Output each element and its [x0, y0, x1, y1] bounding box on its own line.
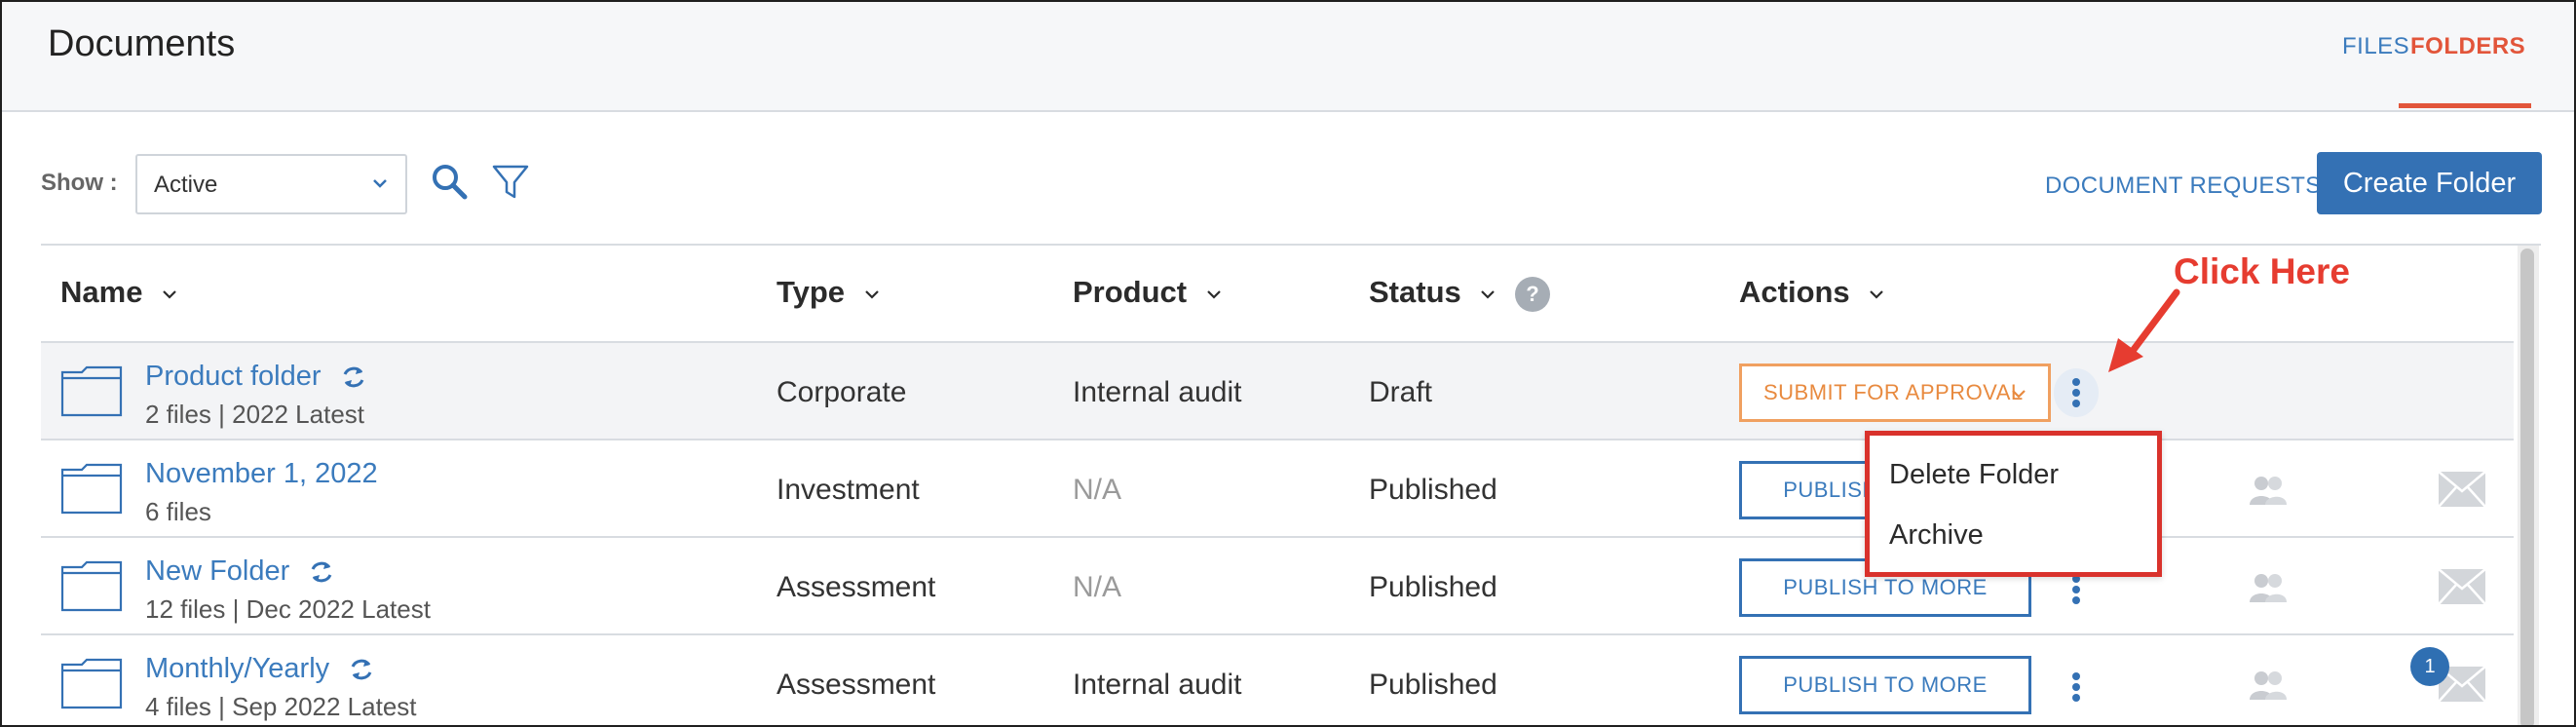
users-icon[interactable] [2248, 669, 2289, 702]
create-folder-button[interactable]: Create Folder [2317, 152, 2542, 214]
chevron-down-icon [1481, 290, 1496, 299]
active-tab-indicator [2399, 103, 2531, 108]
filter-icon[interactable] [489, 160, 532, 203]
folder-meta: 12 files | Dec 2022 Latest [145, 594, 431, 624]
show-label: Show : [41, 170, 118, 196]
document-requests-link[interactable]: DOCUMENT REQUESTS [2045, 172, 2322, 200]
tab-folders[interactable]: FOLDERS [2410, 33, 2525, 60]
kebab-icon[interactable] [2054, 663, 2097, 709]
app-window: Documents FILES FOLDERS Show : Active DO… [0, 0, 2576, 727]
folder-product: N/A [1073, 474, 1122, 506]
folder-type: Assessment [777, 669, 936, 701]
help-icon[interactable]: ? [1515, 276, 1550, 312]
column-header-name-label: Name [60, 275, 143, 309]
folder-status: Published [1369, 474, 1497, 506]
sync-icon [351, 660, 372, 680]
chevron-down-icon [864, 290, 879, 299]
column-header-type-label: Type [777, 275, 846, 309]
chevron-down-icon [163, 290, 176, 299]
folder-status: Published [1369, 669, 1497, 701]
annotation-arrow-icon [2108, 288, 2180, 372]
users-icon[interactable] [2248, 571, 2289, 604]
submit-for-approval-button[interactable]: SUBMIT FOR APPROVAL [1739, 364, 2051, 422]
sync-icon [343, 367, 363, 388]
folder-meta: 6 files [145, 497, 211, 526]
scrollbar-thumb[interactable] [2520, 249, 2534, 725]
menu-item-archive[interactable]: Archive [1889, 519, 1984, 552]
search-icon[interactable] [428, 160, 471, 203]
folder-icon [60, 365, 123, 417]
folder-type: Investment [777, 474, 920, 506]
folder-icon [60, 463, 123, 515]
folder-actions-menu: Delete Folder Archive [1865, 431, 2162, 577]
folder-meta: 2 files | 2022 Latest [145, 400, 365, 429]
column-header-product[interactable]: Product [1073, 275, 1223, 310]
folder-product: Internal audit [1073, 669, 1242, 701]
unread-count-badge: 1 [2410, 647, 2449, 686]
folder-product: Internal audit [1073, 376, 1242, 408]
page-title: Documents [48, 23, 236, 64]
column-header-type[interactable]: Type [777, 275, 881, 310]
chevron-down-icon [1206, 290, 1221, 299]
column-header-product-label: Product [1073, 275, 1188, 309]
chevron-down-icon [373, 179, 387, 188]
show-select-value: Active [154, 172, 218, 198]
folder-meta: 4 files | Sep 2022 Latest [145, 692, 417, 721]
folder-icon [60, 560, 123, 612]
column-header-name[interactable]: Name [60, 275, 178, 310]
folder-name-link[interactable]: New Folder [145, 555, 336, 588]
folder-name-link[interactable]: Monthly/Yearly [145, 653, 376, 685]
column-header-actions-label: Actions [1739, 275, 1850, 309]
folder-product: N/A [1073, 571, 1122, 603]
folder-type: Assessment [777, 571, 936, 603]
kebab-icon[interactable] [2054, 368, 2099, 417]
show-select[interactable]: Active [135, 154, 407, 214]
submit-for-approval-label: SUBMIT FOR APPROVAL [1763, 380, 2024, 404]
sync-icon [311, 562, 332, 583]
column-header-status-label: Status [1369, 275, 1461, 309]
folder-icon [60, 658, 123, 709]
publish-to-more-button[interactable]: PUBLISH TO MORE [1739, 656, 2031, 714]
column-header-actions[interactable]: Actions [1739, 275, 1885, 310]
folder-name-link[interactable]: Product folder [145, 361, 368, 393]
folder-name: November 1, 2022 [145, 458, 378, 489]
folder-name: New Folder [145, 555, 290, 587]
folder-name-link[interactable]: November 1, 2022 [145, 458, 378, 490]
column-header-status[interactable]: Status ? [1369, 275, 1550, 312]
mail-icon[interactable] [2438, 470, 2486, 509]
menu-item-delete-folder[interactable]: Delete Folder [1889, 459, 2059, 491]
page-header: Documents FILES FOLDERS [2, 2, 2574, 112]
tab-files[interactable]: FILES [2342, 33, 2409, 60]
folder-status: Draft [1369, 376, 1433, 408]
folder-type: Corporate [777, 376, 907, 408]
folder-status: Published [1369, 571, 1497, 603]
chevron-down-icon [2012, 390, 2026, 399]
chevron-down-icon [1870, 290, 1884, 299]
mail-icon[interactable] [2438, 567, 2486, 606]
users-icon[interactable] [2248, 474, 2289, 507]
folder-name: Monthly/Yearly [145, 653, 330, 684]
folder-name: Product folder [145, 361, 322, 392]
table-row[interactable]: Monthly/Yearly 4 files | Sep 2022 Latest… [41, 633, 2514, 725]
